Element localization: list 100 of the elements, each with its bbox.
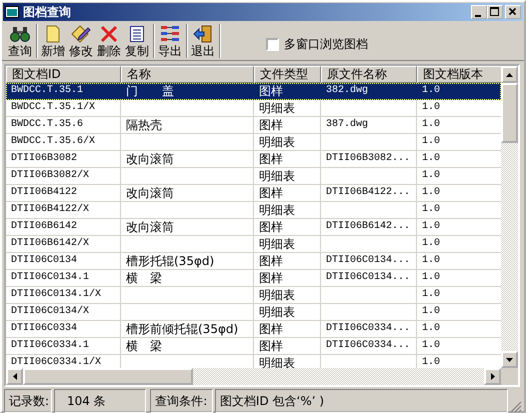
window-title: 图档查询	[23, 4, 72, 20]
table-cell: 改向滚筒	[126, 220, 174, 234]
table-row[interactable]: DTII06C0134.1 横 梁 图样 DTII06C0134... 1.0	[6, 270, 501, 287]
down-arrow-icon	[506, 358, 513, 362]
table-cell: 横 梁	[126, 339, 162, 353]
table-row[interactable]: DTII06B3082 改向滚筒 图样 DTII06B3082... 1.0	[6, 151, 501, 168]
status-label: 记录数:	[9, 392, 50, 410]
table-cell: DTII06B6142/X	[11, 238, 90, 249]
table-icon	[160, 25, 180, 43]
toolbar-button[interactable]: 复制	[124, 24, 150, 58]
scrollbar-corner	[501, 368, 518, 385]
checkbox-label: 多窗口浏览图档	[284, 36, 368, 52]
table-cell: 1.0	[422, 289, 440, 300]
left-arrow-icon	[12, 373, 16, 380]
table-row[interactable]: DTII06B4122 改向滚筒 图样 DTII06B4122... 1.0	[6, 185, 501, 202]
table-cell: 明细表	[259, 203, 295, 217]
list-document-icon	[129, 25, 145, 43]
table-cell: 382.dwg	[326, 85, 368, 96]
table-cell: DTII06C0134.1	[11, 272, 90, 283]
table-cell: 明细表	[259, 237, 295, 251]
document-icon	[45, 25, 61, 43]
table-cell: 1.0	[422, 204, 440, 215]
column-header[interactable]: 原文件名称	[321, 66, 417, 83]
table-cell: DTII06C0134	[11, 255, 78, 266]
table-cell: DTII06B3082/X	[11, 170, 90, 181]
table-cell: 明细表	[259, 288, 295, 302]
table-cell: 图样	[259, 186, 283, 200]
table-cell: DTII06C0334...	[326, 323, 410, 334]
table-row[interactable]: DTII06C0334.1 横 梁 图样 DTII06C0334... 1.0	[6, 338, 501, 355]
resize-grip-icon	[510, 401, 522, 413]
column-header[interactable]: 图文档ID	[6, 66, 121, 83]
door-arrow-icon	[193, 25, 213, 43]
table-row[interactable]: BWDCC.T.35.6 隔热壳 图样 387.dwg 1.0	[6, 117, 501, 134]
toolbar-button[interactable]: 修改	[68, 24, 94, 58]
table-row[interactable]: DTII06B6142 改向滚筒 图样 DTII06B6142... 1.0	[6, 219, 501, 236]
table-cell: 图样	[259, 254, 283, 268]
close-button[interactable]	[505, 5, 521, 19]
scroll-thumb[interactable]	[501, 83, 518, 143]
column-header[interactable]: 名称	[121, 66, 254, 83]
toolbar-button[interactable]: 查询	[7, 24, 33, 58]
table-row[interactable]: DTII06B3082/X 明细表 1.0	[6, 168, 501, 185]
right-arrow-icon	[490, 373, 494, 380]
table-row[interactable]: DTII06C0334 槽形前倾托辊(35φd) 图样 DTII06C0334... 1.0	[6, 321, 501, 338]
table-cell: DTII06C0334.1	[11, 340, 90, 351]
window-icon	[5, 6, 19, 18]
toolbar-button[interactable]: 新增	[40, 24, 66, 58]
table-cell: 图样	[259, 339, 283, 353]
table-cell: 明细表	[259, 135, 295, 149]
table-row[interactable]: DTII06B4122/X 明细表 1.0	[6, 202, 501, 219]
table-cell: DTII06B4122...	[326, 187, 410, 198]
table-cell: BWDCC.T.35.6	[11, 119, 84, 130]
table-cell: 明细表	[259, 101, 295, 115]
horizontal-scrollbar[interactable]	[6, 368, 501, 385]
table-row[interactable]: BWDCC.T.35.6/X 明细表 1.0	[6, 134, 501, 151]
minimize-icon	[475, 14, 481, 16]
table-cell: 图样	[259, 118, 283, 132]
table-cell: DTII06B4122/X	[11, 204, 90, 215]
table-cell: 1.0	[422, 340, 440, 351]
table-cell: 1.0	[422, 85, 440, 96]
table-cell: DTII06C0134/X	[11, 306, 90, 317]
table-row[interactable]: DTII06C0134/X 明细表 1.0	[6, 304, 501, 321]
toolbar-button[interactable]: 退出	[190, 24, 216, 58]
table-cell: DTII06B3082...	[326, 153, 410, 164]
cross-icon	[100, 25, 118, 43]
table-cell: 1.0	[422, 187, 440, 198]
table-cell: 图样	[259, 84, 283, 98]
table-cell: 明细表	[259, 169, 295, 183]
table-cell: 改向滚筒	[126, 186, 174, 200]
table-row[interactable]: DTII06C0134 槽形托辊(35φd) 图样 DTII06C0134... 1.0	[6, 253, 501, 270]
toolbar-button[interactable]: 删除	[96, 24, 122, 58]
table-cell: 改向滚筒	[126, 152, 174, 166]
checkbox[interactable]	[266, 38, 279, 50]
table-cell: 图样	[259, 220, 283, 234]
maximize-button[interactable]	[487, 5, 503, 19]
column-header[interactable]: 图文档版本	[417, 66, 501, 83]
table-row[interactable]: DTII06C0134.1/X 明细表 1.0	[6, 287, 501, 304]
table-row[interactable]: BWDCC.T.35.1/X 明细表 1.0	[6, 100, 501, 117]
table-cell: DTII06C0334	[11, 323, 78, 334]
table-cell: 门 盖	[126, 84, 174, 98]
table-cell: 横 梁	[126, 271, 162, 285]
table-cell: BWDCC.T.35.6/X	[11, 136, 96, 147]
table-cell: 图样	[259, 271, 283, 285]
table-cell: 1.0	[422, 221, 440, 232]
table-cell: 1.0	[422, 136, 440, 147]
table-cell: 1.0	[422, 170, 440, 181]
vertical-scrollbar[interactable]	[501, 66, 518, 368]
table-cell: BWDCC.T.35.1/X	[11, 102, 96, 113]
binoculars-icon	[10, 25, 30, 43]
table-cell: 1.0	[422, 102, 440, 113]
table-cell: 1.0	[422, 357, 440, 368]
table-cell: 图样	[259, 322, 283, 336]
table-row[interactable]: DTII06B6142/X 明细表 1.0	[6, 236, 501, 253]
table-cell: DTII06B3082	[11, 153, 78, 164]
table-cell: 1.0	[422, 119, 440, 130]
scroll-thumb[interactable]	[23, 368, 193, 385]
table-cell: 1.0	[422, 153, 440, 164]
column-header[interactable]: 文件类型	[254, 66, 321, 83]
table-row[interactable]: BWDCC.T.35.1 门 盖 图样 382.dwg 1.0	[6, 83, 501, 100]
toolbar-button[interactable]: 导出	[157, 24, 183, 58]
minimize-button[interactable]	[471, 5, 487, 19]
